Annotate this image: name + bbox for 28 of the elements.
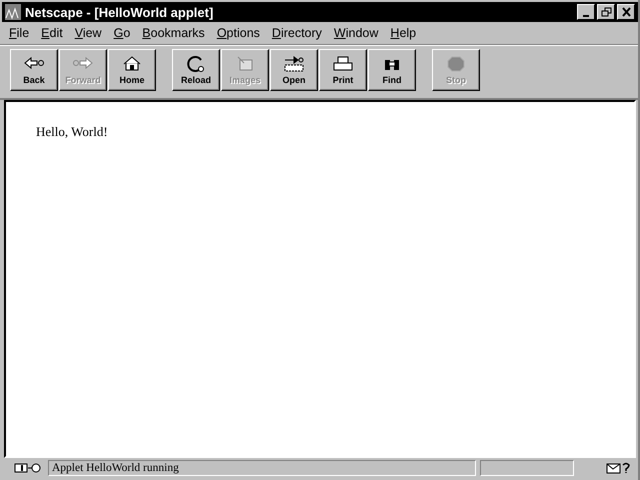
- menu-item[interactable]: View: [74, 25, 103, 41]
- menu-item[interactable]: Help: [389, 25, 418, 41]
- printer-icon: [331, 55, 355, 73]
- toolbar-button[interactable]: Print: [319, 49, 367, 91]
- page-text: Hello, World!: [36, 124, 109, 140]
- close-icon: [620, 6, 632, 18]
- logo-icon: [5, 4, 21, 20]
- menu-item[interactable]: Directory: [270, 25, 323, 41]
- toolbar-button[interactable]: Back: [10, 49, 58, 91]
- toolbar-button[interactable]: Reload: [172, 49, 220, 91]
- status-message: Applet HelloWorld running: [48, 460, 476, 476]
- restore-button[interactable]: [597, 4, 615, 20]
- minimize-button[interactable]: [577, 4, 595, 20]
- toolbar-button[interactable]: Open: [270, 49, 318, 91]
- close-button[interactable]: [617, 4, 635, 20]
- menu-item[interactable]: Window: [332, 25, 380, 41]
- open-icon: [282, 55, 306, 73]
- mail-icon[interactable]: [606, 462, 632, 474]
- toolbar-button[interactable]: Home: [108, 49, 156, 91]
- window-title: Netscape - [HelloWorld applet]: [25, 4, 214, 20]
- menu-item[interactable]: Options: [216, 25, 261, 41]
- toolbar-button[interactable]: Find: [368, 49, 416, 91]
- menu-item[interactable]: File: [8, 25, 30, 41]
- minimize-icon: [583, 15, 589, 17]
- menu-item[interactable]: Edit: [40, 25, 64, 41]
- menu-item[interactable]: Go: [112, 25, 132, 41]
- menu-item[interactable]: Bookmarks: [141, 25, 206, 41]
- restore-icon: [600, 6, 612, 18]
